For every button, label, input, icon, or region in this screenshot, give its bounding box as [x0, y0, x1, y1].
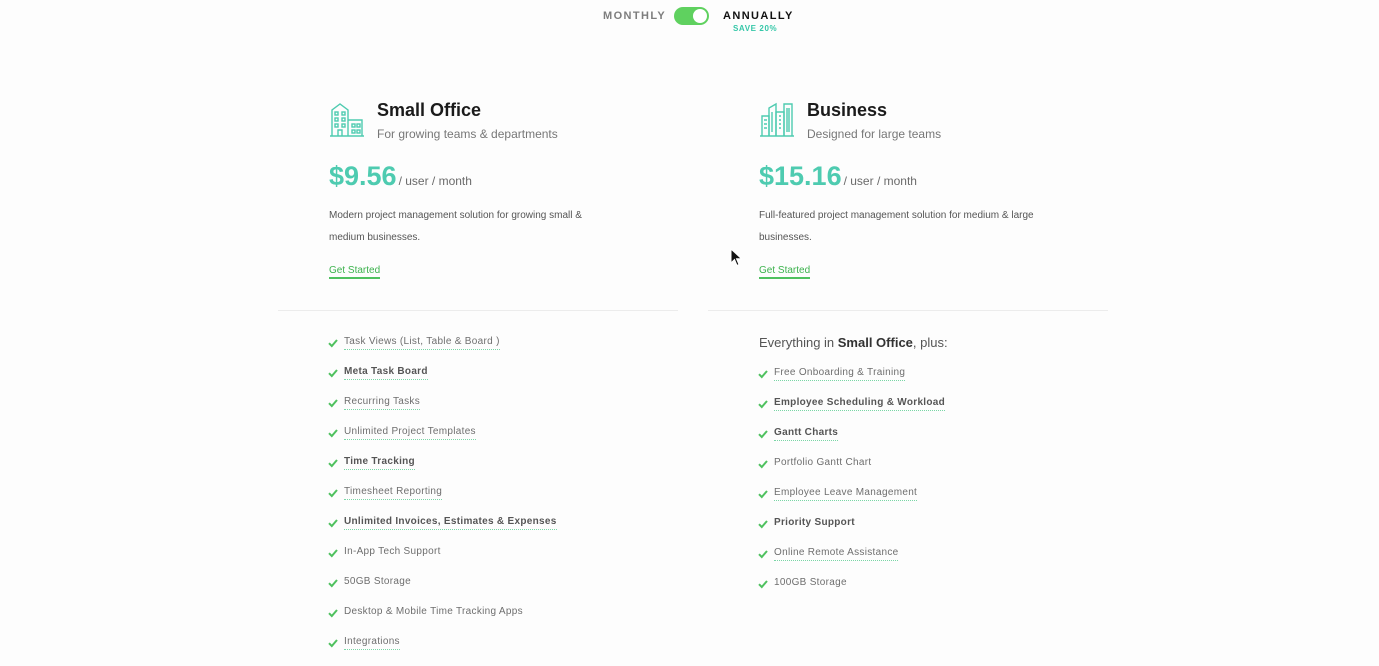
- feature-item: Time Tracking: [328, 455, 557, 485]
- intro-prefix: Everything in: [759, 335, 838, 350]
- plan-tagline: Designed for large teams: [807, 127, 942, 141]
- feature-label[interactable]: Task Views (List, Table & Board ): [344, 335, 500, 350]
- feature-label: Desktop & Mobile Time Tracking Apps: [344, 606, 523, 617]
- feature-label[interactable]: Unlimited Invoices, Estimates & Expenses: [344, 515, 557, 530]
- feature-list: Free Onboarding & Training Employee Sched…: [758, 366, 946, 606]
- feature-label[interactable]: Unlimited Project Templates: [344, 425, 476, 440]
- business-skyscraper-icon: [760, 102, 794, 137]
- feature-label[interactable]: Integrations: [344, 635, 400, 650]
- feature-item: Integrations: [328, 635, 557, 665]
- check-icon: [758, 460, 768, 469]
- feature-item: Employee Leave Management: [758, 486, 945, 516]
- get-started-button[interactable]: Get Started: [329, 265, 381, 279]
- small-office-building-icon: [330, 103, 364, 137]
- check-icon: [328, 459, 338, 468]
- feature-label[interactable]: Time Tracking: [344, 455, 415, 470]
- billing-toggle-knob: [693, 9, 707, 23]
- feature-item: 100GB Storage: [758, 576, 945, 606]
- feature-label[interactable]: Recurring Tasks: [344, 395, 421, 410]
- check-icon: [758, 580, 768, 589]
- feature-item: Recurring Tasks: [328, 395, 557, 425]
- feature-label: 100GB Storage: [774, 577, 847, 588]
- price-amount: $9.56: [329, 161, 397, 191]
- check-icon: [328, 489, 338, 498]
- feature-label[interactable]: Meta Task Board: [344, 365, 428, 380]
- mouse-cursor-icon: [730, 248, 743, 267]
- feature-item: Employee Scheduling & Workload: [758, 396, 946, 426]
- feature-item: Priority Support: [758, 516, 945, 546]
- feature-label: Priority Support: [774, 517, 855, 528]
- price-unit: / user / month: [398, 174, 472, 188]
- check-icon: [328, 519, 338, 528]
- check-icon: [328, 609, 338, 618]
- pricing-page: MONTHLY ANNUALLY SAVE 20% Small Office F…: [0, 0, 1379, 666]
- feature-label[interactable]: Free Onboarding & Training: [774, 366, 906, 381]
- intro-suffix: , plus:: [912, 335, 948, 350]
- check-icon: [758, 490, 768, 499]
- feature-label[interactable]: Employee Leave Management: [774, 486, 918, 501]
- feature-label[interactable]: Timesheet Reporting: [344, 485, 443, 500]
- check-icon: [328, 579, 338, 588]
- check-icon: [758, 400, 768, 409]
- plan-divider: [278, 310, 678, 311]
- check-icon: [758, 520, 768, 529]
- check-icon: [758, 430, 768, 439]
- check-icon: [328, 369, 338, 378]
- feature-item: 50GB Storage: [328, 575, 557, 605]
- feature-label[interactable]: Employee Scheduling & Workload: [774, 396, 946, 411]
- feature-item: Unlimited Project Templates: [328, 425, 557, 455]
- get-started-button[interactable]: Get Started: [759, 265, 811, 279]
- annually-label[interactable]: ANNUALLY: [723, 10, 794, 22]
- feature-label[interactable]: Gantt Charts: [774, 426, 839, 441]
- plan-divider: [708, 310, 1108, 311]
- feature-item: Timesheet Reporting: [328, 485, 557, 515]
- feature-item: Unlimited Invoices, Estimates & Expenses: [328, 515, 557, 545]
- plan-price: $15.16/ user / month: [759, 161, 917, 192]
- check-icon: [758, 370, 768, 379]
- features-intro: Everything in Small Office, plus:: [759, 335, 948, 350]
- plan-name: Business: [807, 100, 888, 120]
- billing-period-switch: MONTHLY ANNUALLY SAVE 20%: [0, 7, 1379, 37]
- feature-item: Gantt Charts: [758, 426, 945, 456]
- feature-list: Task Views (List, Table & Board ) Meta Ta…: [328, 335, 557, 665]
- plan-price: $9.56/ user / month: [329, 161, 472, 192]
- feature-label: In-App Tech Support: [344, 546, 441, 557]
- feature-label[interactable]: Online Remote Assistance: [774, 546, 899, 561]
- feature-item: Free Onboarding & Training: [758, 366, 945, 396]
- monthly-label[interactable]: MONTHLY: [603, 10, 666, 22]
- feature-item: Portfolio Gantt Chart: [758, 456, 945, 486]
- check-icon: [758, 550, 768, 559]
- plan-tagline: For growing teams & departments: [377, 127, 558, 141]
- feature-item: In-App Tech Support: [328, 545, 557, 575]
- check-icon: [328, 549, 338, 558]
- feature-item: Task Views (List, Table & Board ): [328, 335, 557, 365]
- check-icon: [328, 399, 338, 408]
- feature-label: 50GB Storage: [344, 576, 411, 587]
- check-icon: [328, 339, 338, 348]
- feature-item: Desktop & Mobile Time Tracking Apps: [328, 605, 557, 635]
- check-icon: [328, 429, 338, 438]
- price-unit: / user / month: [843, 174, 917, 188]
- feature-item: Online Remote Assistance: [758, 546, 945, 576]
- plan-description: Modern project management solution for g…: [329, 210, 582, 243]
- intro-plan-name: Small Office: [837, 335, 913, 350]
- feature-item: Meta Task Board: [328, 365, 557, 395]
- check-icon: [328, 639, 338, 648]
- billing-toggle[interactable]: [674, 7, 709, 25]
- feature-label: Portfolio Gantt Chart: [774, 457, 872, 468]
- save-badge: SAVE 20%: [733, 24, 778, 33]
- price-amount: $15.16: [759, 161, 842, 191]
- plan-description: Full-featured project management solutio…: [759, 210, 1034, 243]
- plan-name: Small Office: [377, 100, 482, 120]
